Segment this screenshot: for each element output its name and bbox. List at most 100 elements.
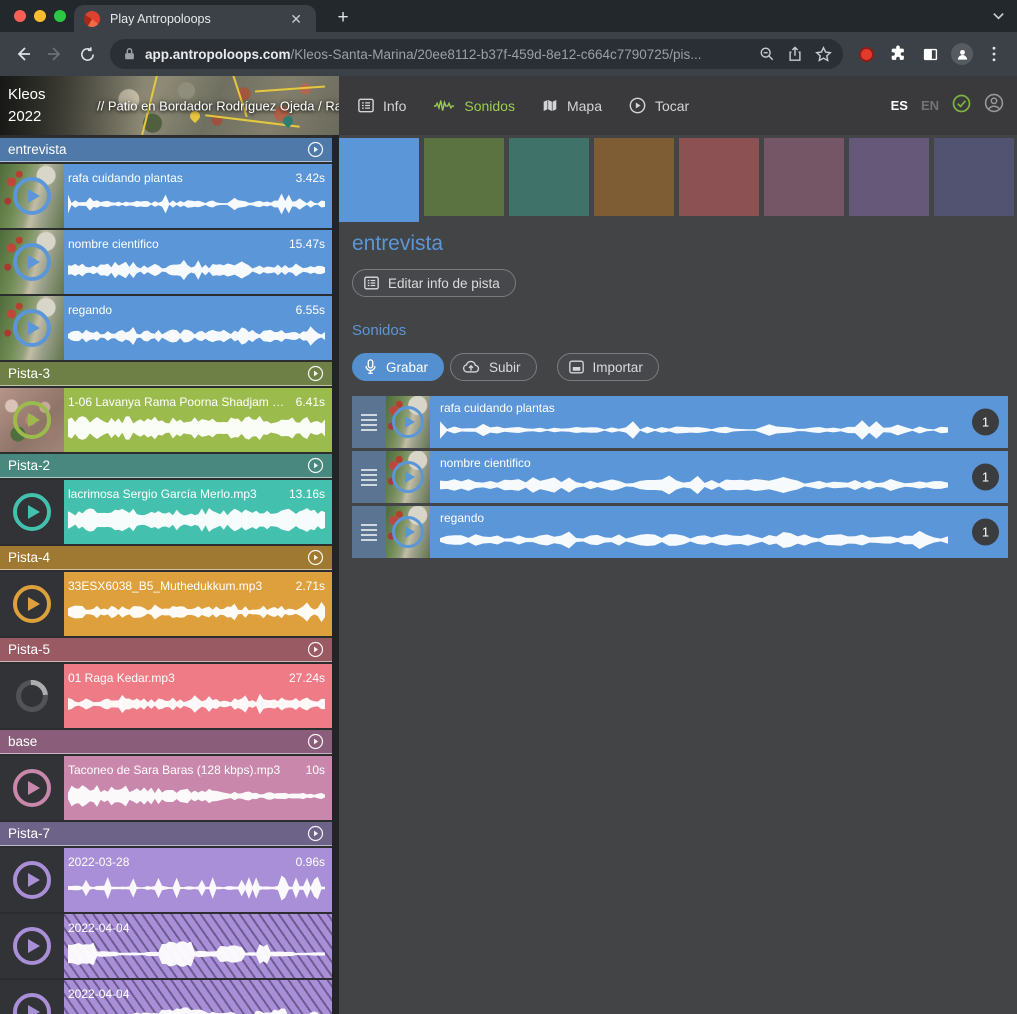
sidebar-scrollbar[interactable] <box>332 135 339 1014</box>
browser-tab[interactable]: Play Antropoloops ✕ <box>74 5 316 32</box>
play-icon[interactable] <box>13 585 51 623</box>
play-circle-icon[interactable] <box>307 141 324 158</box>
sound-thumbnail[interactable] <box>0 756 64 820</box>
play-icon[interactable] <box>392 406 424 438</box>
account-icon[interactable] <box>984 93 1004 118</box>
drag-handle-icon[interactable] <box>352 396 386 448</box>
track-color-tab[interactable] <box>934 138 1014 216</box>
language-es-button[interactable]: ES <box>891 98 908 113</box>
track-section-header[interactable]: base <box>0 730 332 754</box>
sidebar-sound-item[interactable]: 33ESX6038_B5_Muthedukkum.mp32.71s <box>0 572 332 636</box>
track-color-tab[interactable] <box>849 138 929 216</box>
profile-avatar-icon[interactable] <box>947 39 977 69</box>
nav-item-tocar[interactable]: Tocar <box>629 97 689 114</box>
tab-close-icon[interactable]: ✕ <box>286 10 306 28</box>
play-icon[interactable] <box>13 309 51 347</box>
drag-handle-icon[interactable] <box>352 451 386 503</box>
address-bar[interactable]: app.antropoloops.com/Kleos-Santa-Marina/… <box>110 39 843 69</box>
share-icon[interactable] <box>781 40 809 68</box>
sound-thumbnail[interactable] <box>386 506 430 558</box>
track-section-header[interactable]: Pista-7 <box>0 822 332 846</box>
browser-menu-kebab-icon[interactable] <box>979 39 1009 69</box>
track-color-tab[interactable] <box>764 138 844 216</box>
back-icon[interactable] <box>8 39 38 69</box>
play-icon[interactable] <box>13 993 51 1014</box>
close-window-button[interactable] <box>14 10 26 22</box>
play-icon[interactable] <box>13 927 51 965</box>
extensions-puzzle-icon[interactable] <box>883 39 913 69</box>
track-color-tab[interactable] <box>424 138 504 216</box>
play-icon[interactable] <box>13 493 51 531</box>
play-circle-icon[interactable] <box>307 365 324 382</box>
macos-traffic-lights[interactable] <box>14 10 66 22</box>
play-circle-icon[interactable] <box>307 457 324 474</box>
sidebar-sound-item[interactable]: regando6.55s <box>0 296 332 360</box>
track-section-header[interactable]: Pista-3 <box>0 362 332 386</box>
sidebar-sound-item[interactable]: rafa cuidando plantas3.42s <box>0 164 332 228</box>
sound-thumbnail[interactable] <box>386 451 430 503</box>
map-thumbnail[interactable]: Kleos2022 // Patio en Bordador Rodríguez… <box>0 76 339 135</box>
play-icon[interactable] <box>392 461 424 493</box>
sound-thumbnail[interactable] <box>0 664 64 728</box>
play-icon[interactable] <box>13 177 51 215</box>
language-en-button[interactable]: EN <box>921 98 939 113</box>
edit-track-info-button[interactable]: Editar info de pista <box>352 269 516 297</box>
track-color-tab[interactable] <box>509 138 589 216</box>
sound-row[interactable]: nombre cientifico1 <box>352 451 1008 503</box>
sidebar-sound-item[interactable]: 2022-04-04 <box>0 914 332 978</box>
tab-search-chevron-icon[interactable] <box>992 9 1005 27</box>
sync-check-icon[interactable] <box>952 94 971 118</box>
sound-thumbnail[interactable] <box>0 230 64 294</box>
sidebar-sound-item[interactable]: Taconeo de Sara Baras (128 kbps).mp310s <box>0 756 332 820</box>
minimize-window-button[interactable] <box>34 10 46 22</box>
track-color-tab[interactable] <box>594 138 674 216</box>
nav-item-mapa[interactable]: Mapa <box>542 98 602 114</box>
sound-thumbnail[interactable] <box>0 848 64 912</box>
nav-item-info[interactable]: Info <box>358 98 406 114</box>
play-icon[interactable] <box>13 861 51 899</box>
play-circle-icon[interactable] <box>307 825 324 842</box>
upload-button[interactable]: Subir <box>450 353 537 381</box>
sound-thumbnail[interactable] <box>386 396 430 448</box>
track-color-tab[interactable] <box>339 138 419 222</box>
track-section-header[interactable]: entrevista <box>0 138 332 162</box>
new-tab-button[interactable]: + <box>330 5 356 31</box>
sound-thumbnail[interactable] <box>0 914 64 978</box>
sound-thumbnail[interactable] <box>0 296 64 360</box>
sidebar-sound-item[interactable]: lacrimosa Sergio García Merlo.mp313.16s <box>0 480 332 544</box>
sound-row[interactable]: rafa cuidando plantas1 <box>352 396 1008 448</box>
side-panel-icon[interactable] <box>915 39 945 69</box>
zoom-window-button[interactable] <box>54 10 66 22</box>
track-section-header[interactable]: Pista-2 <box>0 454 332 478</box>
recording-extension-icon[interactable] <box>851 39 881 69</box>
import-button[interactable]: Importar <box>557 353 659 381</box>
sound-thumbnail[interactable] <box>0 572 64 636</box>
play-circle-icon[interactable] <box>307 733 324 750</box>
sidebar-sound-item[interactable]: 2022-04-04 <box>0 980 332 1014</box>
app-logo[interactable]: Kleos2022 <box>8 84 46 128</box>
sidebar-sound-item[interactable]: 1-06 Lavanya Rama Poorna Shadjam Rupak..… <box>0 388 332 452</box>
sidebar-sound-item[interactable]: 2022-03-280.96s <box>0 848 332 912</box>
track-section-header[interactable]: Pista-4 <box>0 546 332 570</box>
track-color-tab[interactable] <box>679 138 759 216</box>
sound-thumbnail[interactable] <box>0 480 64 544</box>
zoom-out-icon[interactable] <box>753 40 781 68</box>
nav-item-sonidos[interactable]: Sonidos <box>433 98 515 114</box>
sound-row[interactable]: regando1 <box>352 506 1008 558</box>
play-circle-icon[interactable] <box>307 641 324 658</box>
sound-thumbnail[interactable] <box>0 388 64 452</box>
forward-icon[interactable] <box>40 39 70 69</box>
play-icon[interactable] <box>13 243 51 281</box>
sidebar-sound-item[interactable]: 01 Raga Kedar.mp327.24s <box>0 664 332 728</box>
sound-thumbnail[interactable] <box>0 164 64 228</box>
play-icon[interactable] <box>13 769 51 807</box>
sidebar-sound-item[interactable]: nombre cientifico15.47s <box>0 230 332 294</box>
reload-icon[interactable] <box>72 39 102 69</box>
drag-handle-icon[interactable] <box>352 506 386 558</box>
track-section-header[interactable]: Pista-5 <box>0 638 332 662</box>
bookmark-star-icon[interactable] <box>809 40 837 68</box>
record-button[interactable]: Grabar <box>352 353 444 381</box>
sound-thumbnail[interactable] <box>0 980 64 1014</box>
play-icon[interactable] <box>392 516 424 548</box>
play-circle-icon[interactable] <box>307 549 324 566</box>
